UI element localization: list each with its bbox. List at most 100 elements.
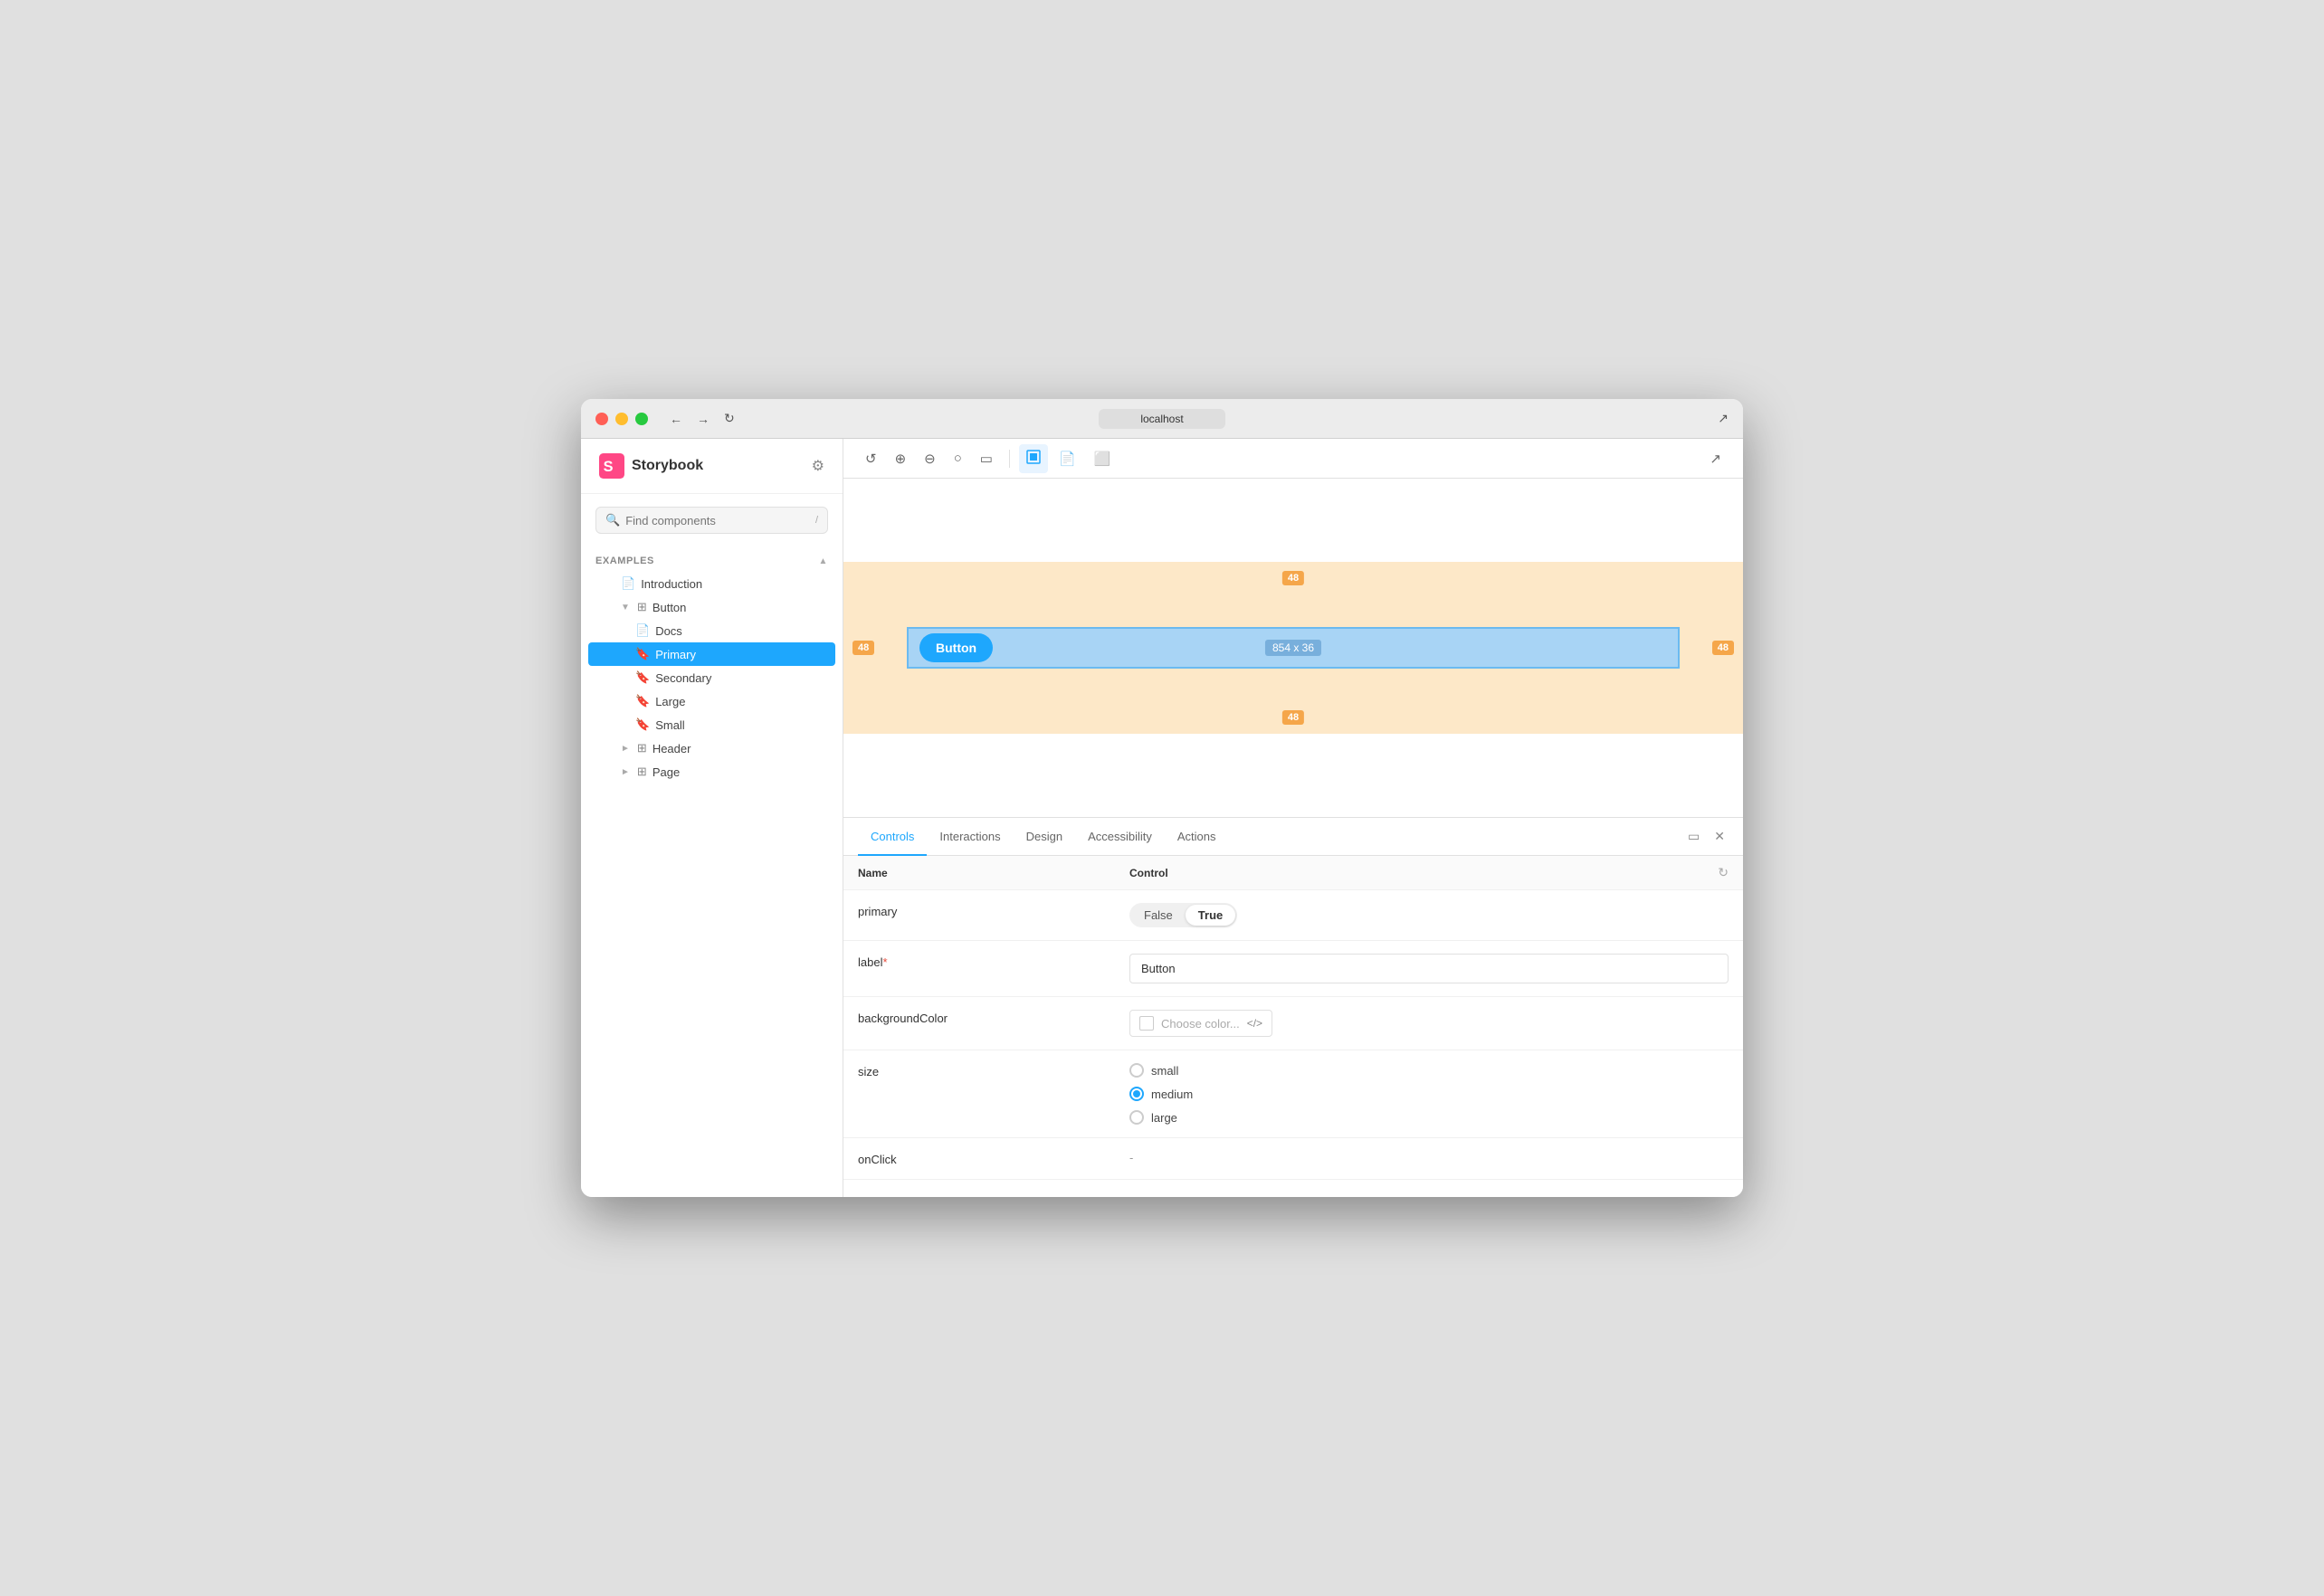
expand-icon: ► — [621, 767, 630, 777]
toolbar: ↺ ⊕ ⊖ ○ ▭ 📄 ⬜ ↗ — [843, 439, 1743, 479]
nav-buttons: ← → ↻ — [666, 409, 738, 428]
zoom-out-button[interactable]: ⊖ — [917, 445, 943, 472]
doc-icon: 📄 — [621, 576, 635, 591]
sidebar-item-label: Primary — [655, 648, 696, 661]
panel-tabs: Controls Interactions Design Accessibili… — [843, 818, 1743, 856]
control-name-label: label* — [858, 954, 1129, 969]
minimize-button[interactable] — [615, 413, 628, 425]
sidebar-section-examples: EXAMPLES ▲ 📄 Introduction ▼ ⊞ Button 📄 — [581, 546, 843, 787]
control-value-backgroundcolor: Choose color... </> — [1129, 1010, 1729, 1037]
responsive-button[interactable]: ⬜ — [1087, 445, 1119, 472]
control-row-primary: primary False True — [843, 890, 1743, 941]
settings-button[interactable]: ⚙ — [812, 457, 824, 475]
toggle-option-true[interactable]: True — [1186, 905, 1235, 926]
search-input[interactable] — [625, 514, 810, 527]
close-button[interactable] — [595, 413, 608, 425]
toolbar-divider — [1009, 450, 1010, 468]
sidebar-item-secondary[interactable]: 🔖 Secondary — [588, 666, 835, 689]
color-swatch — [1139, 1016, 1154, 1031]
control-row-backgroundcolor: backgroundColor Choose color... </> — [843, 997, 1743, 1050]
search-icon: 🔍 — [605, 513, 620, 527]
controls-table: Name Control ↻ primary False True — [843, 856, 1743, 1197]
sidebar-item-label: Header — [652, 742, 691, 755]
canvas-preview: 48 48 Button 854 x 36 48 48 — [843, 562, 1743, 734]
sidebar-item-button[interactable]: ▼ ⊞ Button — [588, 595, 835, 619]
sidebar-item-docs[interactable]: 📄 Docs — [588, 619, 835, 642]
control-row-size: size small medium — [843, 1050, 1743, 1138]
back-button[interactable]: ← — [666, 410, 686, 428]
sidebar: S Storybook ⚙ 🔍 / EXAMPLES ▲ 📄 — [581, 439, 843, 1197]
logo-area: S Storybook — [599, 453, 703, 479]
panel-expand-button[interactable]: ▭ — [1684, 825, 1703, 848]
component-icon: ⊞ — [637, 765, 647, 779]
tab-interactions[interactable]: Interactions — [927, 819, 1013, 856]
onclick-dash: - — [1129, 1151, 1133, 1164]
canvas-icon — [1026, 450, 1041, 464]
control-name-backgroundcolor: backgroundColor — [858, 1010, 1129, 1025]
docs-view-button[interactable]: 📄 — [1052, 445, 1083, 472]
external-link-button[interactable]: ↗ — [1718, 411, 1729, 426]
radio-large[interactable]: large — [1129, 1110, 1729, 1125]
story-icon: 🔖 — [635, 717, 650, 732]
control-value-size: small medium large — [1129, 1063, 1729, 1125]
sidebar-item-large[interactable]: 🔖 Large — [588, 689, 835, 713]
fullscreen-button[interactable]: ▭ — [973, 445, 1000, 472]
tab-accessibility[interactable]: Accessibility — [1075, 819, 1165, 856]
sidebar-item-introduction[interactable]: 📄 Introduction — [588, 572, 835, 595]
sidebar-item-label: Small — [655, 718, 685, 732]
reset-all-button[interactable]: ↻ — [1718, 865, 1729, 880]
sidebar-item-label: Secondary — [655, 671, 711, 685]
control-row-onclick: onClick - — [843, 1138, 1743, 1180]
tab-design[interactable]: Design — [1014, 819, 1075, 856]
panel-close-button[interactable]: ✕ — [1710, 825, 1729, 848]
sidebar-header: S Storybook ⚙ — [581, 439, 843, 494]
radio-small[interactable]: small — [1129, 1063, 1729, 1078]
toggle-primary[interactable]: False True — [1129, 903, 1237, 927]
canvas-view-button[interactable] — [1019, 444, 1048, 473]
expand-icon: ► — [621, 744, 630, 754]
sidebar-item-label: Button — [652, 601, 687, 614]
color-code-button[interactable]: </> — [1247, 1017, 1262, 1030]
color-picker[interactable]: Choose color... </> — [1129, 1010, 1272, 1037]
zoom-in-button[interactable]: ⊕ — [888, 445, 914, 472]
sidebar-item-label: Introduction — [641, 577, 702, 591]
chevron-icon: ▲ — [819, 556, 828, 566]
col-control-header: Control — [1129, 867, 1718, 879]
radio-label-medium: medium — [1151, 1088, 1193, 1101]
sidebar-item-primary[interactable]: 🔖 Primary — [588, 642, 835, 666]
sidebar-item-small[interactable]: 🔖 Small — [588, 713, 835, 736]
sidebar-item-header[interactable]: ► ⊞ Header — [588, 736, 835, 760]
radio-medium[interactable]: medium — [1129, 1087, 1729, 1101]
tab-controls[interactable]: Controls — [858, 819, 927, 856]
main-content: ↺ ⊕ ⊖ ○ ▭ 📄 ⬜ ↗ — [843, 439, 1743, 1197]
refresh-button[interactable]: ↻ — [720, 409, 738, 428]
component-icon: ⊞ — [637, 600, 647, 614]
maximize-button[interactable] — [635, 413, 648, 425]
logo-text: Storybook — [632, 458, 703, 474]
sidebar-item-page[interactable]: ► ⊞ Page — [588, 760, 835, 784]
search-bar[interactable]: 🔍 / — [595, 507, 828, 534]
remount-button[interactable]: ↺ — [858, 445, 884, 472]
sidebar-item-label: Page — [652, 765, 680, 779]
tab-actions[interactable]: Actions — [1165, 819, 1229, 856]
forward-button[interactable]: → — [693, 410, 713, 428]
app-window: ← → ↻ localhost ↗ S Storybook ⚙ 🔍 — [581, 399, 1743, 1197]
sidebar-item-label: Docs — [655, 624, 682, 638]
section-header-examples[interactable]: EXAMPLES ▲ — [581, 550, 843, 572]
margin-left-label: 48 — [852, 641, 874, 655]
margin-right-label: 48 — [1712, 641, 1734, 655]
component-icon: ⊞ — [637, 741, 647, 755]
panel-actions: ▭ ✕ — [1684, 825, 1729, 848]
size-label: 854 x 36 — [1265, 640, 1321, 656]
url-bar[interactable]: localhost — [1099, 409, 1225, 429]
storybook-logo-icon: S — [599, 453, 624, 479]
label-input[interactable] — [1129, 954, 1729, 983]
preview-button[interactable]: Button — [919, 633, 993, 662]
external-link-button[interactable]: ↗ — [1702, 445, 1729, 472]
radio-circle-small — [1129, 1063, 1144, 1078]
required-star: * — [882, 955, 887, 969]
zoom-reset-button[interactable]: ○ — [947, 445, 969, 471]
radio-label-small: small — [1151, 1064, 1178, 1078]
control-name-primary: primary — [858, 903, 1129, 918]
toggle-option-false[interactable]: False — [1131, 905, 1186, 926]
